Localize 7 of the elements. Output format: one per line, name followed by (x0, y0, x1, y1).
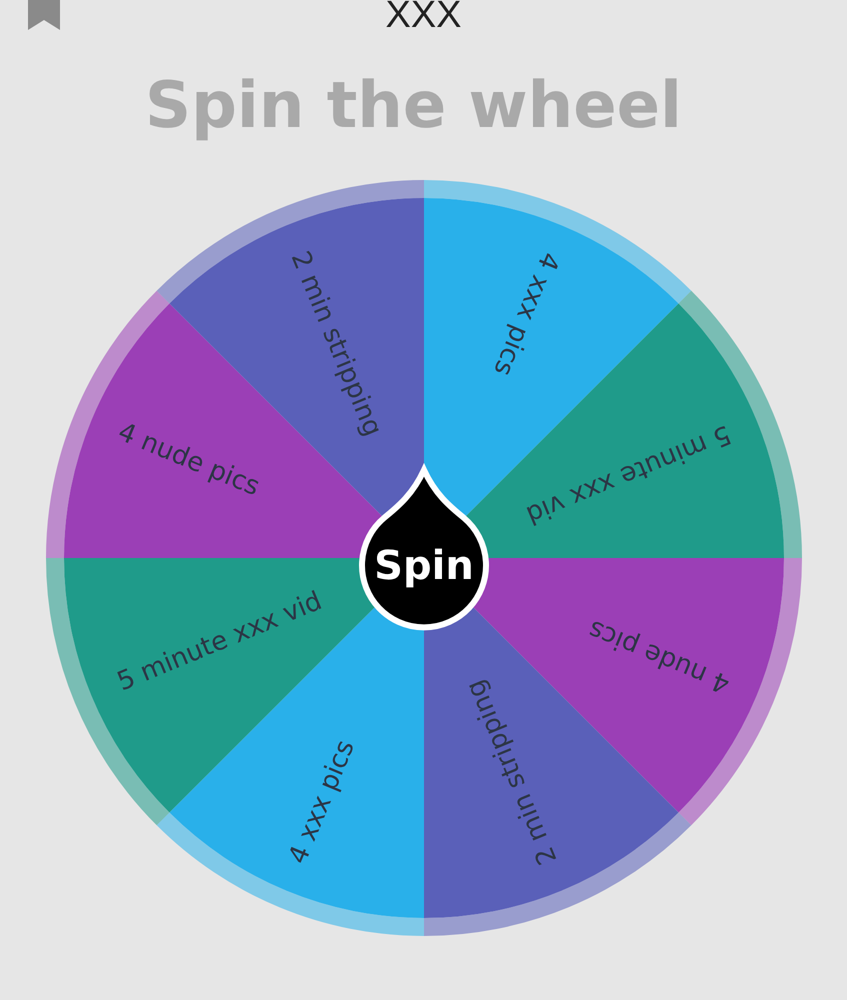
segment-label: 4 nude pics (113, 417, 264, 502)
heading: Spin the wheel (144, 68, 683, 145)
page-title: XXX (385, 0, 462, 30)
bookmark-icon[interactable] (28, 0, 60, 30)
segment-label: 4 nude pics (584, 614, 734, 699)
segment-label: 4 xxx pics (282, 736, 360, 868)
segment-label: 4 xxx pics (486, 248, 564, 380)
